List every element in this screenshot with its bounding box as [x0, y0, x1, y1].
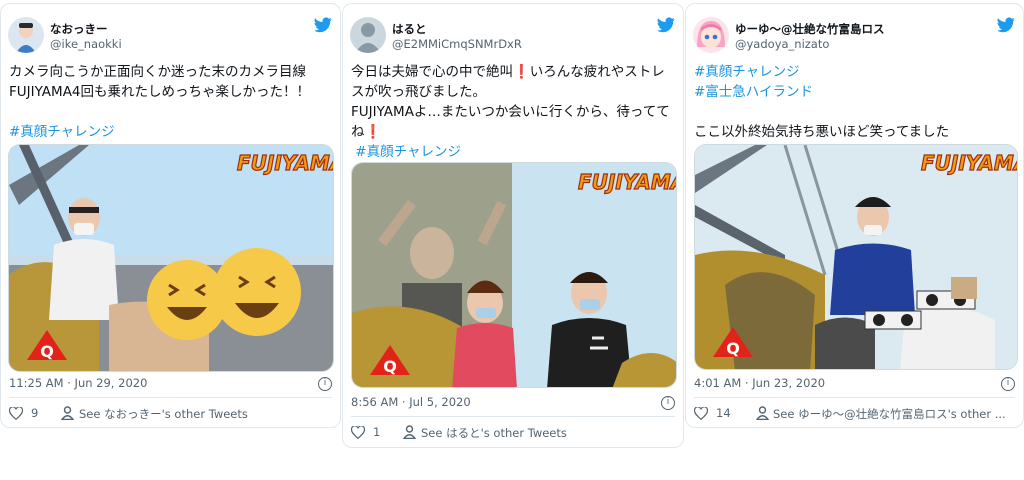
hashtag-link[interactable]: #真顔チャレンジ — [694, 64, 800, 80]
tweet-timestamp[interactable]: 8:56 AM · Jul 5, 2020 — [351, 395, 471, 409]
twitter-bird-icon[interactable] — [657, 17, 675, 33]
tweet-text: カメラ向こうか正面向くか迷った末のカメラ目線FUJIYAMA4回も乗れたしめっち… — [9, 62, 332, 142]
twitter-bird-icon[interactable] — [314, 17, 332, 33]
tweet-photo[interactable]: FUJIYAMA Q — [351, 162, 677, 388]
info-icon[interactable]: i — [318, 377, 332, 391]
like-count[interactable]: 1 — [373, 425, 380, 439]
display-name[interactable]: ゆーゆ〜@壮絶な竹富島ロス — [735, 21, 885, 37]
tweet-photo[interactable]: FUJIYAMA Q — [8, 144, 334, 372]
svg-text:Q: Q — [40, 342, 54, 361]
other-tweets-link[interactable]: See なおっきー's other Tweets — [79, 406, 329, 422]
fujiyama-logo: FUJIYAMA — [921, 151, 1018, 175]
divider — [351, 416, 675, 417]
tweet-actions: 1 See はると's other Tweets — [351, 424, 675, 444]
avatar[interactable] — [8, 17, 44, 53]
user-handle[interactable]: @yadoya_nizato — [735, 37, 829, 51]
person-icon — [756, 406, 769, 420]
other-tweets-link[interactable]: See ゆーゆ〜@壮絶な竹富島ロス's other ... — [773, 406, 1011, 422]
hashtag-link[interactable]: #真顔チャレンジ — [351, 144, 461, 160]
like-count[interactable]: 14 — [716, 406, 731, 420]
fujiyama-logo: FUJIYAMA — [237, 151, 334, 175]
info-icon[interactable]: i — [661, 396, 675, 410]
tweet-timestamp[interactable]: 11:25 AM · Jun 29, 2020 — [9, 376, 147, 390]
twitter-bird-icon[interactable] — [997, 17, 1015, 33]
divider — [9, 397, 332, 398]
tweet-meta: 4:01 AM · Jun 23, 2020 i — [694, 376, 1015, 391]
heart-icon[interactable] — [694, 407, 708, 420]
tweet-actions: 9 See なおっきー's other Tweets — [9, 405, 332, 425]
svg-text:Q: Q — [383, 357, 397, 376]
person-icon — [403, 425, 416, 439]
display-name[interactable]: なおっきー — [50, 21, 108, 37]
heart-icon[interactable] — [9, 407, 23, 420]
avatar[interactable] — [350, 17, 386, 53]
like-count[interactable]: 9 — [31, 406, 38, 420]
tweet-text: #真顔チャレンジ #富士急ハイランドここ以外終始気持ち悪いほど笑ってました — [694, 62, 1015, 142]
tweet-card-3: ゆーゆ〜@壮絶な竹富島ロス @yadoya_nizato #真顔チャレンジ #富士… — [685, 3, 1024, 428]
tweet-meta: 11:25 AM · Jun 29, 2020 i — [9, 376, 332, 391]
other-tweets-link[interactable]: See はると's other Tweets — [421, 425, 671, 441]
tweet-card-1: なおっきー @ike_naokki カメラ向こうか正面向くか迷った末のカメラ目線… — [0, 3, 341, 428]
tweet-card-2: はると @E2MMiCmqSNMrDxR 今日は夫婦で心の中で絶叫❗️いろんな疲… — [342, 3, 684, 448]
display-name[interactable]: はると — [392, 21, 427, 37]
divider — [694, 397, 1015, 398]
user-handle[interactable]: @ike_naokki — [50, 37, 122, 51]
person-icon — [61, 406, 74, 420]
tweet-header: なおっきー @ike_naokki — [8, 13, 332, 57]
avatar[interactable] — [693, 17, 729, 53]
hashtag-link[interactable]: #富士急ハイランド — [694, 84, 813, 100]
hashtag-link[interactable]: #真顔チャレンジ — [9, 124, 115, 140]
tweet-meta: 8:56 AM · Jul 5, 2020 i — [351, 395, 675, 410]
tweet-header: ゆーゆ〜@壮絶な竹富島ロス @yadoya_nizato — [693, 13, 1015, 57]
heart-icon[interactable] — [351, 426, 365, 439]
tweet-timestamp[interactable]: 4:01 AM · Jun 23, 2020 — [694, 376, 825, 390]
tweet-header: はると @E2MMiCmqSNMrDxR — [350, 13, 675, 57]
tweet-photo[interactable]: FUJIYAMA Q — [694, 144, 1018, 370]
tweet-body: 今日は夫婦で心の中で絶叫❗️いろんな疲れやストレスが吹っ飛びました。 FUJIY… — [351, 64, 670, 140]
tweet-actions: 14 See ゆーゆ〜@壮絶な竹富島ロス's other ... — [694, 405, 1015, 425]
tweet-body: ここ以外終始気持ち悪いほど笑ってました — [694, 124, 950, 140]
info-icon[interactable]: i — [1001, 377, 1015, 391]
tweet-body: カメラ向こうか正面向くか迷った末のカメラ目線FUJIYAMA4回も乗れたしめっち… — [9, 64, 311, 100]
user-handle[interactable]: @E2MMiCmqSNMrDxR — [392, 37, 522, 51]
tweet-text: 今日は夫婦で心の中で絶叫❗️いろんな疲れやストレスが吹っ飛びました。 FUJIY… — [351, 62, 675, 162]
svg-text:Q: Q — [726, 339, 740, 358]
fujiyama-logo: FUJIYAMA — [578, 170, 677, 194]
